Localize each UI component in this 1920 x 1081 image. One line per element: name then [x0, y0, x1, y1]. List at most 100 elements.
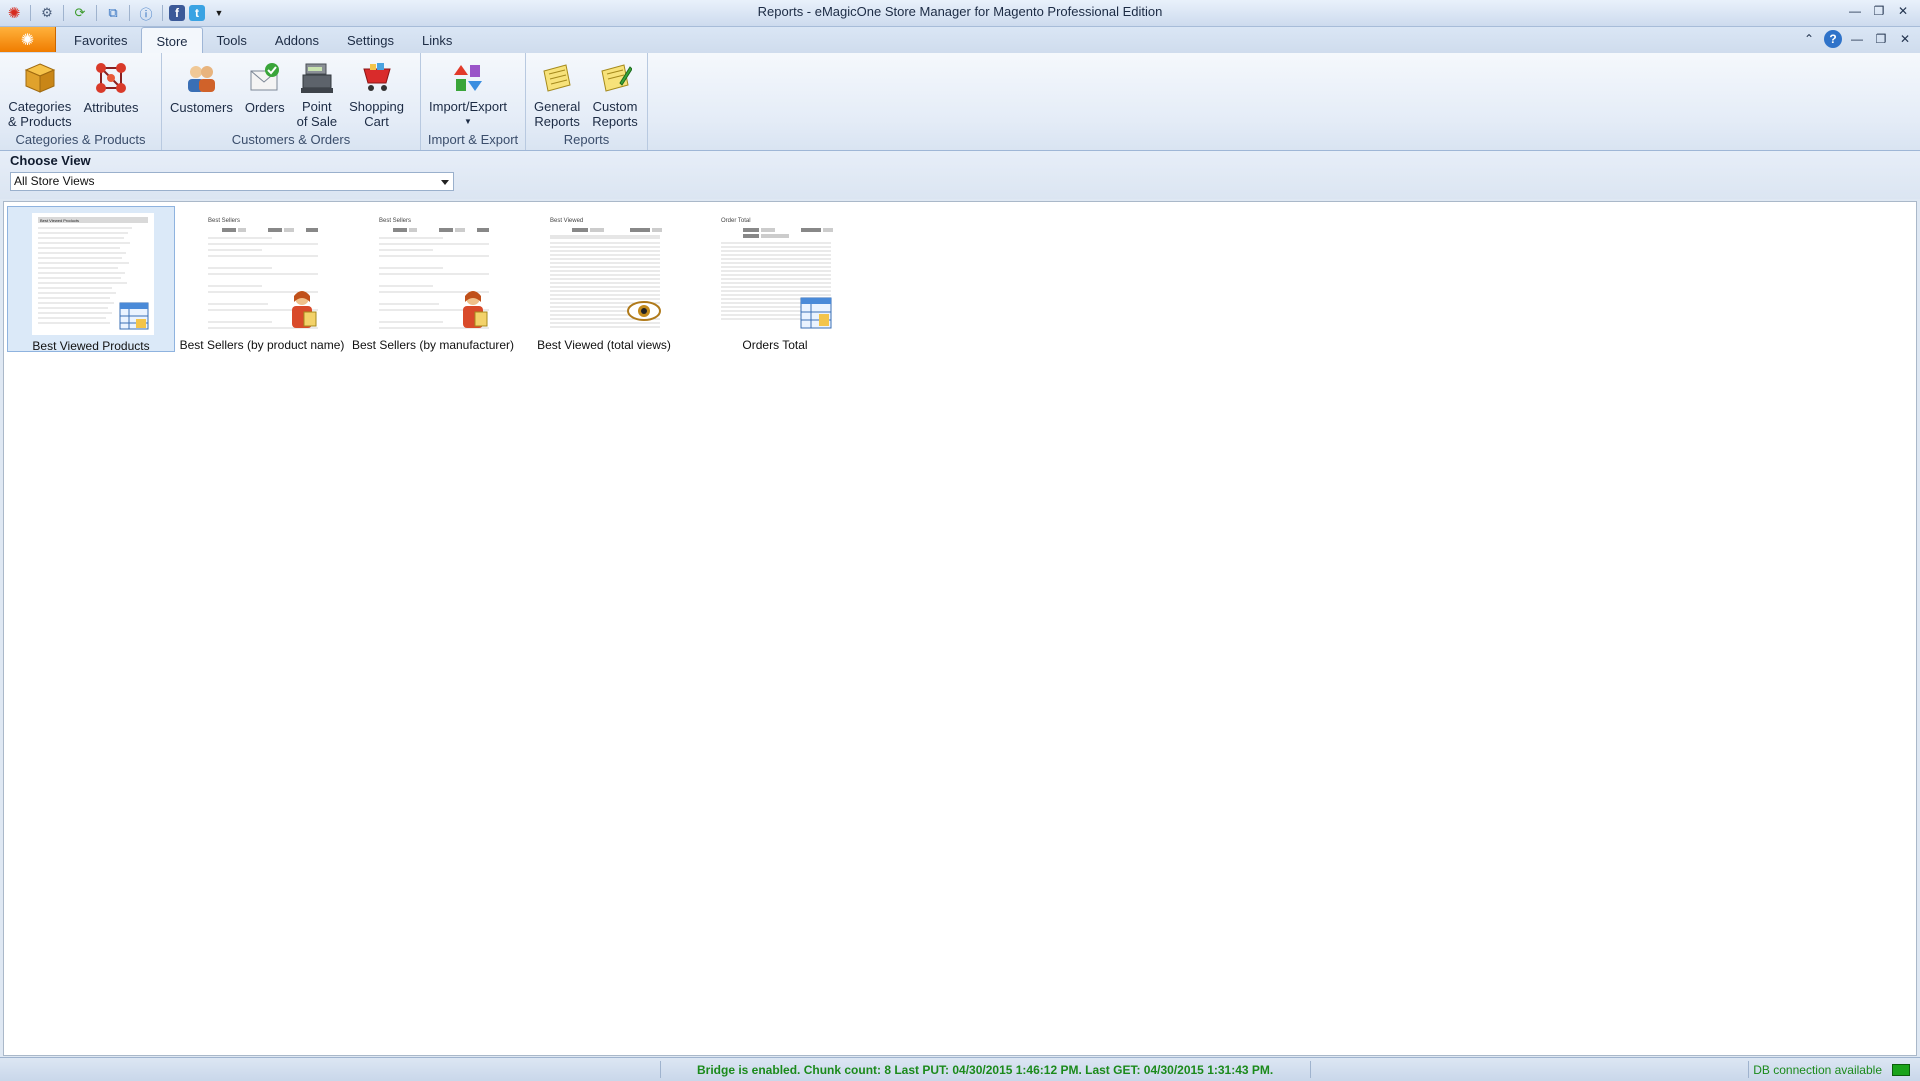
general-reports-button[interactable]: General Reports [528, 59, 586, 129]
button-label: Categories [8, 99, 72, 114]
report-card-label: Best Sellers (by product name) [179, 338, 345, 352]
button-label: Import/Export [429, 99, 508, 114]
help-circle-icon[interactable]: ? [1824, 30, 1842, 48]
group-label: Customers & Orders [231, 132, 351, 147]
categories-products-button[interactable]: Categories & Products [2, 59, 78, 129]
ribbon-tab-row: ✺ Favorites Store Tools Addons Settings … [0, 27, 1920, 54]
import-export-button[interactable]: Import/Export ▼ [423, 59, 513, 129]
group-reports: General Reports Custom Reports Reports [526, 53, 648, 150]
group-import-export: Import/Export ▼ Import & Export [421, 53, 526, 150]
button-label: Reports [534, 114, 580, 129]
reports-gallery: Best Viewed Products Best Viewed Product… [3, 201, 1917, 1056]
custom-reports-icon [596, 59, 634, 96]
report-card-orders-total[interactable]: Order Total Orders Total [691, 206, 859, 352]
button-label: Reports [592, 114, 638, 129]
box-icon [21, 59, 59, 96]
minimize-icon[interactable]: — [1844, 2, 1866, 20]
tab-store[interactable]: Store [141, 27, 203, 54]
group-categories-products: Categories & Products Attributes Categor… [0, 53, 162, 150]
report-thumbnail: Order Total [715, 212, 837, 334]
button-label: of Sale [296, 114, 338, 129]
thumb-heading: Best Viewed Products [40, 218, 79, 223]
shopping-cart-button[interactable]: Shopping Cart [343, 59, 410, 129]
window-title: Reports - eMagicOne Store Manager for Ma… [757, 4, 1163, 19]
report-card-label: Best Viewed (total views) [537, 338, 671, 352]
thumb-heading: Best Viewed [550, 218, 583, 224]
status-separator [1310, 1061, 1311, 1078]
customers-button[interactable]: Customers [164, 59, 239, 129]
chevron-down-icon [441, 180, 449, 185]
report-card-best-sellers-product-name[interactable]: Best Sellers Best Sellers (by product na… [178, 206, 346, 352]
report-thumbnail: Best Sellers [202, 212, 324, 334]
thumb-heading: Order Total [721, 218, 751, 224]
shopping-cart-icon [358, 59, 396, 96]
table-icon [119, 302, 149, 330]
point-of-sale-button[interactable]: Point of Sale [291, 59, 343, 129]
report-card-label: Orders Total [742, 338, 808, 352]
button-label: Point [302, 99, 332, 114]
tab-addons[interactable]: Addons [261, 27, 333, 52]
orders-button[interactable]: Orders [239, 59, 291, 129]
button-label: Custom [592, 99, 638, 114]
ribbon: Categories & Products Attributes Categor… [0, 53, 1920, 151]
app-menu-button[interactable]: ✺ [0, 27, 56, 52]
mdi-close-icon[interactable]: ✕ [1896, 30, 1914, 48]
button-label: Orders [244, 100, 285, 115]
chart-icon [800, 297, 832, 329]
report-card-label: Best Sellers (by manufacturer) [351, 338, 515, 352]
general-reports-icon [538, 59, 576, 96]
restore-icon[interactable]: ❐ [1868, 2, 1890, 20]
button-label: Shopping [349, 99, 405, 114]
status-bar: Bridge is enabled. Chunk count: 8 Last P… [0, 1057, 1920, 1081]
store-view-select[interactable]: All Store Views [10, 172, 454, 191]
tab-favorites[interactable]: Favorites [60, 27, 141, 52]
customers-icon [182, 59, 220, 97]
report-thumbnail: Best Sellers [373, 212, 495, 334]
report-card-best-sellers-manufacturer[interactable]: Best Sellers Best Sellers (by manufactur… [349, 206, 517, 352]
mdi-restore-icon[interactable]: ❐ [1872, 30, 1890, 48]
custom-reports-button[interactable]: Custom Reports [586, 59, 644, 129]
ribbon-tabs: Favorites Store Tools Addons Settings Li… [60, 27, 466, 54]
db-status: DB connection available [1753, 1063, 1882, 1077]
collapse-ribbon-icon[interactable]: ⌃ [1800, 30, 1818, 48]
import-export-icon [449, 59, 487, 96]
group-label: Reports [563, 132, 610, 147]
group-label: Import & Export [427, 132, 519, 147]
chevron-down-icon: ▼ [464, 117, 472, 126]
thumb-heading: Best Sellers [379, 218, 411, 224]
tab-settings[interactable]: Settings [333, 27, 408, 52]
thumb-heading: Best Sellers [208, 218, 240, 224]
db-connection-icon [1892, 1064, 1910, 1076]
choose-view-panel: Choose View All Store Views [0, 151, 1920, 199]
orders-icon [246, 59, 284, 97]
app-logo-icon: ✺ [20, 31, 35, 49]
eye-icon [627, 301, 661, 321]
attributes-button[interactable]: Attributes [78, 59, 145, 129]
button-label: Attributes [83, 100, 139, 115]
button-label: Cart [364, 114, 389, 129]
group-label: Categories & Products [15, 132, 146, 147]
mdi-minimize-icon[interactable]: — [1848, 30, 1866, 48]
status-separator [660, 1061, 661, 1078]
store-view-value: All Store Views [14, 174, 95, 188]
report-thumbnail: Best Viewed Products [32, 213, 154, 335]
status-separator [1748, 1061, 1749, 1078]
choose-view-title: Choose View [10, 153, 91, 168]
report-card-label: Best Viewed Products [32, 339, 150, 353]
bridge-status: Bridge is enabled. Chunk count: 8 Last P… [697, 1063, 1274, 1077]
attributes-icon [92, 59, 130, 97]
group-customers-orders: Customers Orders Point of Sale Shopping … [162, 53, 421, 150]
close-icon[interactable]: ✕ [1892, 2, 1914, 20]
report-card-best-viewed-total[interactable]: Best Viewed Best Viewed (total views) [520, 206, 688, 352]
tab-links[interactable]: Links [408, 27, 466, 52]
title-bar: ✺ ⚙ ⟳ ⧉ ⓘ f t ▼ Reports - eMagicOne Stor… [0, 0, 1920, 27]
button-label: Customers [170, 100, 233, 115]
report-thumbnail: Best Viewed [544, 212, 666, 334]
window-controls: — ❐ ✕ [1844, 2, 1914, 20]
button-label: General [534, 99, 581, 114]
button-label: & Products [8, 114, 72, 129]
cash-register-icon [298, 59, 336, 96]
report-card-best-viewed-products[interactable]: Best Viewed Products Best Viewed Product… [7, 206, 175, 353]
ribbon-controls: ⌃ ? — ❐ ✕ [1800, 30, 1914, 48]
tab-tools[interactable]: Tools [203, 27, 261, 52]
